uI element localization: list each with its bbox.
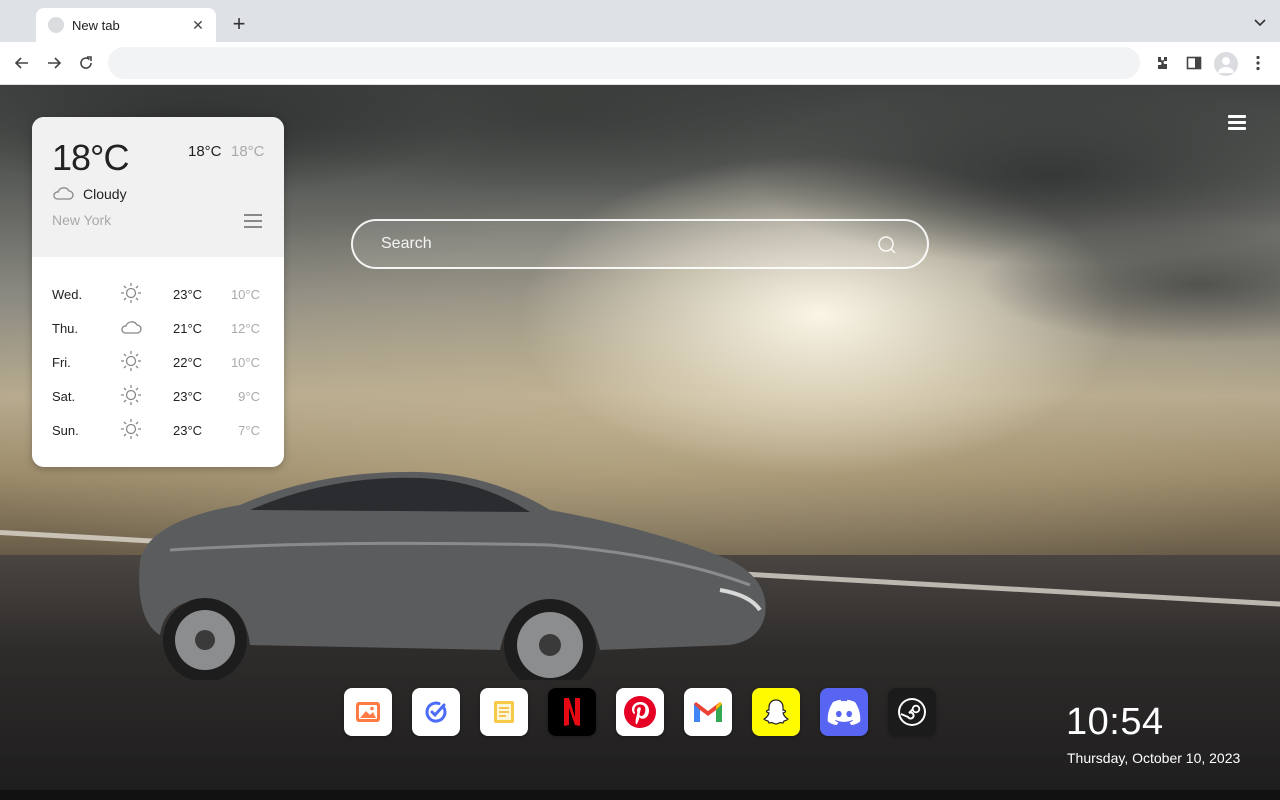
- address-bar[interactable]: [108, 47, 1140, 79]
- clock-date: Thursday, October 10, 2023: [1067, 750, 1241, 766]
- gmail-icon[interactable]: [684, 688, 732, 736]
- pinterest-icon[interactable]: [616, 688, 664, 736]
- forecast-day: Thu.: [52, 321, 79, 336]
- person-icon: [1218, 57, 1234, 73]
- netflix-icon[interactable]: [548, 688, 596, 736]
- cloud-icon: [121, 321, 142, 334]
- weather-condition: Cloudy: [83, 186, 127, 202]
- chevron-down-icon[interactable]: [1252, 14, 1268, 30]
- kebab-menu-icon[interactable]: [1248, 53, 1268, 73]
- sun-icon: [121, 385, 141, 405]
- forecast-row: Thu. 21°C 12°C: [32, 311, 284, 345]
- hamburger-menu-icon[interactable]: [1228, 115, 1250, 133]
- shortcut-dock: [344, 688, 936, 736]
- tab-title: New tab: [72, 17, 120, 33]
- forecast-day: Fri.: [52, 355, 71, 370]
- car-image: [139, 471, 766, 680]
- sun-icon: [121, 351, 141, 371]
- discord-icon[interactable]: [820, 688, 868, 736]
- search-box: [351, 219, 929, 269]
- forecast-max: 22°C: [173, 355, 203, 370]
- forecast-row: Fri. 22°C 10°C: [32, 345, 284, 379]
- forecast-max: 23°C: [173, 287, 203, 302]
- weather-widget: 18°C 18°C 18°C Cloudy New York Wed. 23°C…: [32, 117, 284, 467]
- forecast-row: Wed. 23°C 10°C: [32, 277, 284, 311]
- close-icon[interactable]: ✕: [190, 17, 206, 34]
- weather-current: 18°C 18°C 18°C Cloudy New York: [32, 117, 284, 257]
- side-panel-icon[interactable]: [1184, 53, 1204, 73]
- new-tab-page: 18°C 18°C 18°C Cloudy New York Wed. 23°C…: [0, 85, 1280, 790]
- current-temperature: 18°C: [52, 137, 129, 178]
- clock-time: 10:54: [1066, 701, 1164, 743]
- reload-icon[interactable]: [76, 53, 96, 73]
- new-tab-button[interactable]: +: [226, 12, 252, 38]
- forecast-min: 10°C: [230, 287, 260, 302]
- forecast-day: Sun.: [52, 423, 79, 438]
- steam-icon[interactable]: [888, 688, 936, 736]
- search-input[interactable]: [381, 231, 861, 257]
- forecast-min: 12°C: [230, 321, 260, 336]
- browser-toolbar: [0, 42, 1280, 85]
- back-arrow-icon[interactable]: [12, 53, 32, 73]
- tab-new-tab[interactable]: New tab ✕: [36, 8, 216, 42]
- profile-avatar[interactable]: [1214, 52, 1238, 76]
- notes-icon[interactable]: [480, 688, 528, 736]
- forecast-row: Sun. 23°C 7°C: [32, 413, 284, 447]
- forecast-max: 23°C: [173, 423, 203, 438]
- weather-city: New York: [52, 212, 112, 228]
- forecast-day: Sat.: [52, 389, 76, 404]
- forward-arrow-icon[interactable]: [44, 53, 64, 73]
- extensions-icon[interactable]: [1152, 53, 1172, 73]
- favicon-icon: [48, 17, 64, 33]
- cloud-icon: [53, 187, 74, 200]
- taskbar: [0, 790, 1280, 800]
- search-icon[interactable]: [877, 235, 897, 255]
- forecast-min: 9°C: [238, 389, 260, 404]
- forecast-row: Sat. 23°C 9°C: [32, 379, 284, 413]
- today-high: 18°C: [188, 143, 222, 160]
- forecast-day: Wed.: [52, 287, 83, 302]
- forecast-max: 21°C: [173, 321, 203, 336]
- forecast-min: 7°C: [238, 423, 260, 438]
- weather-list-icon[interactable]: [244, 214, 262, 228]
- snapchat-icon[interactable]: [752, 688, 800, 736]
- today-low: 18°C: [231, 143, 265, 160]
- sun-icon: [121, 419, 141, 439]
- forecast-max: 23°C: [173, 389, 203, 404]
- gallery-icon[interactable]: [344, 688, 392, 736]
- checkmark-app-icon[interactable]: [412, 688, 460, 736]
- forecast-min: 10°C: [230, 355, 260, 370]
- sun-icon: [121, 283, 141, 303]
- tab-strip: New tab ✕ +: [0, 0, 1280, 42]
- forecast-list: Wed. 23°C 10°C Thu. 21°C 12°C Fri. 22°C …: [32, 277, 284, 447]
